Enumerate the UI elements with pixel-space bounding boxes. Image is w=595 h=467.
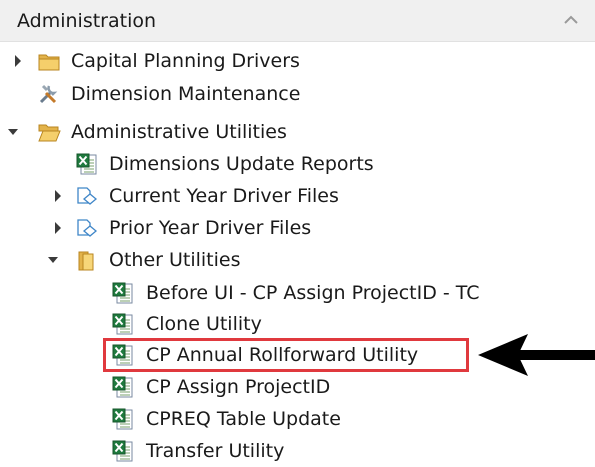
excel-report-icon xyxy=(112,312,136,336)
tree-item-label: CPREQ Table Update xyxy=(146,408,341,430)
tree-item-label: Before UI - CP Assign ProjectID - TC xyxy=(146,282,480,304)
panel-header[interactable]: Administration xyxy=(0,0,595,42)
tree-item-dimension-maintenance[interactable]: Dimension Maintenance xyxy=(0,79,340,109)
excel-report-icon xyxy=(112,281,136,305)
highlight-box xyxy=(103,338,469,372)
tree-item-dimensions-update-reports[interactable]: Dimensions Update Reports xyxy=(0,149,420,179)
tree-item-other-utilities[interactable]: Other Utilities xyxy=(0,245,420,275)
tree-item-current-year-driver-files[interactable]: Current Year Driver Files xyxy=(0,181,420,211)
collapse-arrow-icon[interactable] xyxy=(6,117,20,147)
excel-report-icon xyxy=(112,375,136,399)
tools-icon xyxy=(37,82,61,106)
tree-item-label: Prior Year Driver Files xyxy=(109,217,312,239)
tree-item-label: Capital Planning Drivers xyxy=(71,50,300,72)
tree-item-label: Dimension Maintenance xyxy=(71,83,301,105)
folder-icon xyxy=(74,248,98,272)
excel-report-icon xyxy=(76,152,100,176)
chevron-up-icon[interactable] xyxy=(560,10,582,30)
tree-item-before-ui-cp-assign-projectid[interactable]: Before UI - CP Assign ProjectID - TC xyxy=(0,278,540,308)
collapse-arrow-icon[interactable] xyxy=(46,245,60,275)
panel-title: Administration xyxy=(17,10,157,32)
excel-report-icon xyxy=(112,439,136,463)
tree-item-label: CP Assign ProjectID xyxy=(146,376,331,398)
tree-item-cpreq-table-update[interactable]: CPREQ Table Update xyxy=(0,404,540,434)
tree-item-label: Administrative Utilities xyxy=(71,121,287,143)
expand-arrow-icon[interactable] xyxy=(51,213,65,243)
file-group-icon xyxy=(76,184,100,208)
folder-open-icon xyxy=(37,120,61,144)
arrow-left-icon xyxy=(478,330,595,380)
tree-item-administrative-utilities[interactable]: Administrative Utilities xyxy=(0,117,340,147)
excel-report-icon xyxy=(112,407,136,431)
tree-item-prior-year-driver-files[interactable]: Prior Year Driver Files xyxy=(0,213,420,243)
tree-item-label: Clone Utility xyxy=(146,313,262,335)
tree-item-label: Current Year Driver Files xyxy=(109,185,339,207)
tree-item-clone-utility[interactable]: Clone Utility xyxy=(0,309,540,339)
tree-item-cp-assign-projectid[interactable]: CP Assign ProjectID xyxy=(0,372,540,402)
expand-arrow-icon[interactable] xyxy=(51,181,65,211)
tree-item-transfer-utility[interactable]: Transfer Utility xyxy=(0,436,540,466)
expand-arrow-icon[interactable] xyxy=(11,46,25,76)
folder-icon xyxy=(37,49,61,73)
file-group-icon xyxy=(76,216,100,240)
tree-item-capital-planning-drivers[interactable]: Capital Planning Drivers xyxy=(0,46,340,76)
tree-item-label: Dimensions Update Reports xyxy=(109,153,374,175)
tree-item-label: Transfer Utility xyxy=(146,440,285,462)
tree-item-label: Other Utilities xyxy=(109,249,241,271)
